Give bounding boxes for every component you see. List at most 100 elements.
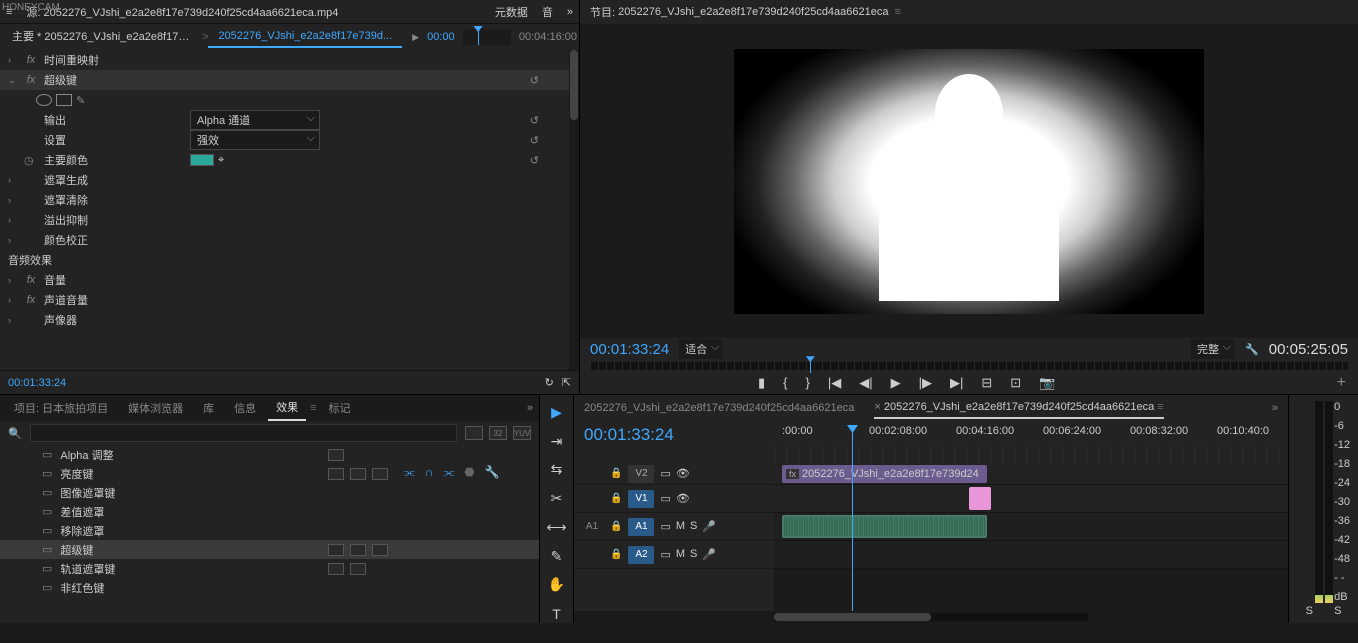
ec-timecode[interactable]: 00:01:33:24 bbox=[8, 377, 66, 389]
quality-select[interactable]: 完整 bbox=[1191, 339, 1235, 359]
track-header-a2[interactable]: 🔒 A2 ▭MS🎤 bbox=[574, 541, 774, 569]
track-header-v2[interactable]: 🔒 V2 ▭👁 bbox=[574, 463, 774, 485]
video-clip-pink[interactable] bbox=[969, 487, 991, 510]
effect-item[interactable]: ▭差值遮罩 bbox=[0, 502, 539, 521]
timeline-scrollbar[interactable] bbox=[574, 611, 1288, 623]
magnet-icon[interactable]: ∩ bbox=[425, 465, 434, 480]
output-select[interactable]: Alpha 通道 bbox=[190, 110, 320, 130]
export-frame-icon[interactable]: 📷 bbox=[1039, 375, 1055, 391]
step-fwd-icon[interactable]: |▶ bbox=[919, 375, 932, 391]
step-back-icon[interactable]: ◀| bbox=[859, 375, 872, 391]
marker-icon[interactable]: ▮ bbox=[758, 375, 765, 391]
razor-tool[interactable]: ✂ bbox=[547, 489, 567, 508]
pen-tool[interactable]: ✎ bbox=[547, 547, 567, 566]
tab-media[interactable]: 媒体浏览器 bbox=[120, 396, 191, 420]
fx-matte-clean[interactable]: ›遮罩清除 bbox=[0, 190, 579, 210]
toggle-output-icon[interactable]: ▭ bbox=[660, 548, 670, 561]
in-point-icon[interactable]: { bbox=[783, 375, 787, 390]
play-button[interactable]: ▶ bbox=[891, 375, 901, 391]
setting-select[interactable]: 强效 bbox=[190, 130, 320, 150]
program-tc[interactable]: 00:01:33:24 bbox=[590, 341, 669, 358]
fx-time-remap[interactable]: ›fx 时间重映射 bbox=[0, 50, 579, 70]
snap-icon[interactable]: ⫘ bbox=[404, 465, 415, 480]
hand-tool[interactable]: ✋ bbox=[547, 576, 567, 595]
extract-icon[interactable]: ⊡ bbox=[1010, 375, 1021, 391]
effect-item[interactable]: ▭非红色键 bbox=[0, 578, 539, 597]
fit-select[interactable]: 适合 bbox=[679, 339, 723, 359]
effect-item[interactable]: ▭轨道遮罩键 bbox=[0, 559, 539, 578]
solo-left[interactable]: S bbox=[1306, 605, 1313, 617]
fx-spill[interactable]: ›溢出抑制 bbox=[0, 210, 579, 230]
program-sequence-name[interactable]: 2052276_VJshi_e2a2e8f17e739d240f25cd4aa6… bbox=[618, 6, 888, 18]
solo-button[interactable]: S bbox=[690, 548, 697, 561]
overflow-icon[interactable]: » bbox=[527, 402, 533, 414]
mute-button[interactable]: M bbox=[676, 548, 685, 561]
prev-edit-icon[interactable]: |◀ bbox=[828, 375, 841, 391]
effects-search-input[interactable] bbox=[30, 424, 457, 442]
ec-tab-master[interactable]: 主要 * 2052276_VJshi_e2a2e8f17e7... bbox=[2, 24, 202, 50]
type-tool[interactable]: T bbox=[547, 604, 567, 623]
voiceover-icon[interactable]: 🎤 bbox=[702, 520, 716, 533]
loop-icon[interactable]: ↻ bbox=[545, 376, 554, 389]
export-icon[interactable]: ⇱ bbox=[562, 376, 571, 389]
track-select-tool[interactable]: ⇥ bbox=[547, 432, 567, 451]
settings-icon[interactable]: 🔧 bbox=[485, 465, 500, 480]
toggle-output-icon[interactable]: ▭ bbox=[660, 492, 670, 505]
marker-toggle-icon[interactable]: ⬣ bbox=[464, 465, 474, 480]
effect-item[interactable]: ▭图像遮罩键 bbox=[0, 483, 539, 502]
track-header-a1[interactable]: A1🔒 A1 ▭MS🎤 bbox=[574, 513, 774, 541]
tab-project[interactable]: 项目: 日本旅拍项目 bbox=[6, 396, 116, 420]
tab-info[interactable]: 信息 bbox=[226, 396, 264, 420]
mini-scrubber[interactable] bbox=[463, 29, 511, 45]
ellipse-mask-icon[interactable] bbox=[36, 94, 52, 106]
slip-tool[interactable]: ⟷ bbox=[547, 518, 567, 537]
metadata-tab[interactable]: 元数据 bbox=[495, 4, 528, 20]
reset-icon[interactable]: ↺ bbox=[530, 114, 539, 127]
selection-tool[interactable]: ▶ bbox=[547, 403, 567, 422]
wrench-icon[interactable]: 🔧 bbox=[1245, 343, 1259, 356]
fx-ultra-key[interactable]: ⌄fx 超级键 ↺ bbox=[0, 70, 579, 90]
lock-icon[interactable]: 🔒 bbox=[610, 549, 622, 560]
add-button-icon[interactable]: + bbox=[1337, 374, 1346, 392]
preset-32bit-icon[interactable]: 32 bbox=[489, 426, 507, 440]
toggle-output-icon[interactable]: ▭ bbox=[660, 520, 670, 533]
ec-scrollbar[interactable] bbox=[569, 50, 579, 370]
mute-button[interactable]: M bbox=[676, 520, 685, 533]
overflow-icon[interactable]: » bbox=[567, 6, 573, 18]
fx-panner[interactable]: ›声像器 bbox=[0, 310, 579, 330]
toggle-output-icon[interactable]: ▭ bbox=[660, 467, 670, 480]
effect-item[interactable]: ▭移除遮罩 bbox=[0, 521, 539, 540]
preset-accel-icon[interactable] bbox=[465, 426, 483, 440]
reset-icon[interactable]: ↺ bbox=[530, 134, 539, 147]
lock-icon[interactable]: 🔒 bbox=[610, 493, 622, 504]
program-scrubber[interactable] bbox=[590, 362, 1348, 369]
lock-icon[interactable]: 🔒 bbox=[610, 468, 622, 479]
fx-color-corr[interactable]: ›颜色校正 bbox=[0, 230, 579, 250]
fx-channel-vol[interactable]: ›fx声道音量 bbox=[0, 290, 579, 310]
eyedropper-icon[interactable]: ⌖ bbox=[218, 154, 224, 167]
voiceover-icon[interactable]: 🎤 bbox=[702, 548, 716, 561]
source-filename[interactable]: 2052276_VJshi_e2a2e8f17e739d240f25cd4aa6… bbox=[44, 7, 339, 19]
tab-library[interactable]: 库 bbox=[195, 396, 222, 420]
pen-mask-icon[interactable]: ✎ bbox=[76, 94, 85, 107]
effect-item[interactable]: ▭Alpha 调整 bbox=[0, 445, 539, 464]
play-icon[interactable]: ▶ bbox=[412, 32, 419, 43]
preset-yuv-icon[interactable]: YUV bbox=[513, 426, 531, 440]
solo-button[interactable]: S bbox=[690, 520, 697, 533]
timeline-playhead[interactable] bbox=[852, 425, 853, 463]
lift-icon[interactable]: ⊟ bbox=[981, 375, 992, 391]
stopwatch-icon[interactable]: ◷ bbox=[24, 154, 38, 167]
tab-effects[interactable]: 效果 bbox=[268, 395, 306, 421]
tab-markers[interactable]: 标记 bbox=[321, 396, 359, 420]
color-swatch[interactable] bbox=[190, 154, 214, 166]
timeline-tab-2[interactable]: × 2052276_VJshi_e2a2e8f17e739d240f25cd4a… bbox=[874, 397, 1163, 419]
reset-icon[interactable]: ↺ bbox=[530, 74, 539, 87]
fx-matte-gen[interactable]: ›遮罩生成 bbox=[0, 170, 579, 190]
reset-icon[interactable]: ↺ bbox=[530, 154, 539, 167]
timeline-tab-1[interactable]: 2052276_VJshi_e2a2e8f17e739d240f25cd4aa6… bbox=[584, 398, 854, 418]
link-icon[interactable]: ⫘ bbox=[443, 465, 454, 480]
audio-tab[interactable]: 音 bbox=[542, 4, 553, 20]
program-monitor[interactable] bbox=[580, 24, 1358, 338]
eye-icon[interactable]: 👁 bbox=[676, 492, 690, 505]
overflow-icon[interactable]: » bbox=[1272, 402, 1278, 414]
